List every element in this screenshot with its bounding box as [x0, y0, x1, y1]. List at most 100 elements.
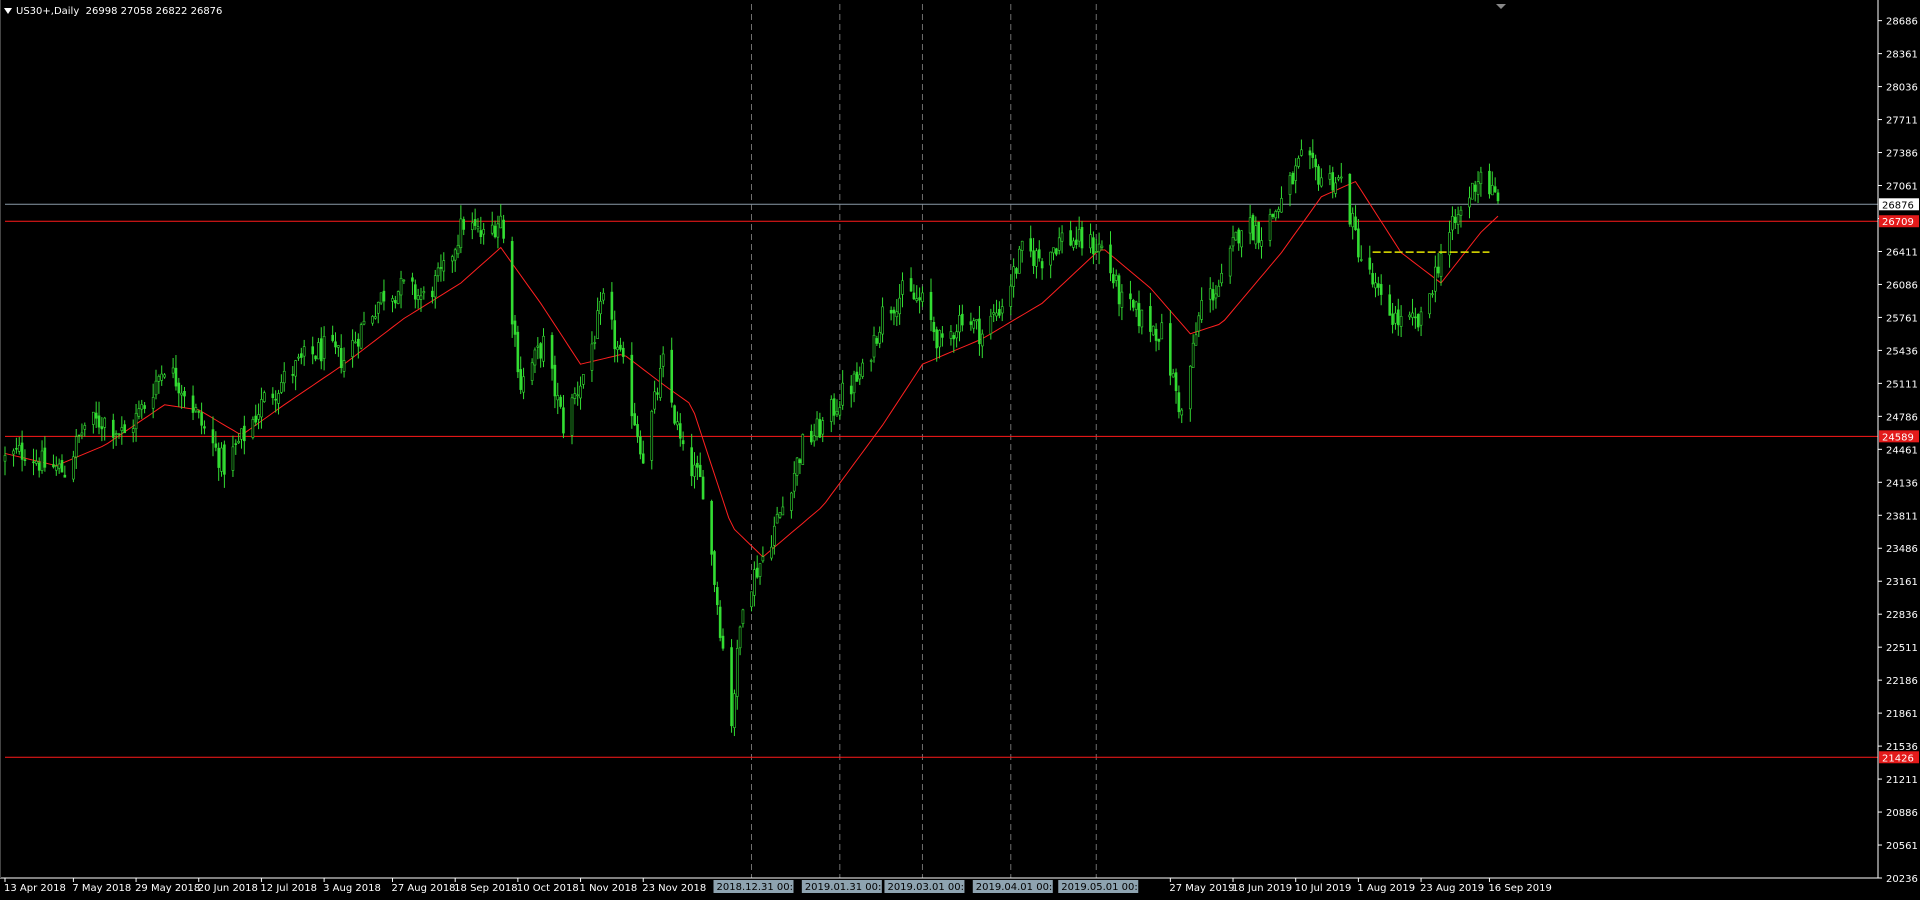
ohlc-readout: 26998 27058 26822 26876	[85, 6, 223, 17]
candle-body	[1339, 176, 1343, 179]
candle	[1055, 247, 1058, 257]
candle	[57, 458, 61, 474]
candle	[1240, 230, 1243, 258]
candle	[1228, 245, 1232, 284]
candle	[781, 496, 785, 516]
candle-body	[1160, 322, 1164, 340]
candle-body	[451, 256, 454, 262]
candle	[533, 347, 537, 374]
candle-body	[861, 362, 864, 377]
candle	[194, 403, 198, 414]
candle-body	[237, 441, 240, 444]
candle-body	[17, 444, 21, 452]
candle-body	[143, 405, 146, 409]
candle-body	[1300, 149, 1303, 156]
chart-plot[interactable]: 2868628361280362771127386270612673626411…	[0, 0, 1920, 900]
candle-body	[120, 427, 124, 431]
candle-body	[610, 291, 614, 320]
candle-body	[949, 331, 953, 339]
candle	[1374, 272, 1377, 298]
candle	[234, 439, 238, 455]
candle	[297, 353, 300, 361]
separator-date-label: 2019.05.01 00:00	[1061, 882, 1150, 893]
candle	[1416, 313, 1420, 332]
candle	[639, 430, 642, 460]
candle-body	[542, 335, 545, 362]
time-tick-label: 20 Jun 2018	[198, 883, 258, 894]
candle-body	[1000, 306, 1004, 314]
candle	[183, 386, 186, 408]
candle-body	[929, 291, 933, 321]
candle	[1294, 158, 1298, 194]
candle	[74, 428, 78, 470]
candle-body	[291, 374, 295, 376]
candle	[1248, 205, 1252, 245]
candle-body	[1208, 288, 1212, 300]
candle	[1334, 176, 1337, 198]
candle	[678, 413, 682, 447]
chart-shift-marker-icon[interactable]	[1496, 4, 1506, 9]
candle-body	[160, 373, 164, 381]
separator-date-label: 2019.04.01 00:00	[976, 882, 1065, 893]
candle-body	[374, 316, 377, 319]
candle-body	[231, 446, 235, 471]
candle	[35, 449, 38, 466]
candle	[633, 402, 636, 426]
candle-body	[1092, 237, 1095, 255]
candle-body	[550, 335, 554, 369]
candle	[975, 319, 978, 330]
candle-body	[1328, 173, 1332, 180]
candle	[171, 357, 175, 379]
candle-body	[493, 225, 497, 238]
candle-body	[596, 310, 599, 339]
candle-body	[3, 455, 7, 462]
candle	[1072, 237, 1075, 251]
candle	[698, 452, 702, 478]
candle-body	[972, 320, 976, 329]
candle	[111, 413, 115, 449]
candle	[339, 334, 343, 374]
candle-body	[892, 309, 896, 314]
candle-body	[750, 591, 753, 608]
candle-body	[570, 397, 574, 436]
candle-body	[650, 410, 654, 461]
candle-body	[1354, 216, 1357, 231]
candle-body	[1399, 316, 1403, 327]
candle-body	[431, 290, 434, 298]
chart-window[interactable]: 2868628361280362771127386270612673626411…	[0, 0, 1920, 900]
candle-body	[319, 338, 323, 362]
candle-body	[616, 346, 619, 350]
chart-menu-triangle-icon[interactable]	[4, 8, 12, 14]
candle-body	[1120, 291, 1124, 308]
candle	[596, 297, 599, 339]
candle	[243, 415, 246, 455]
candle-body	[453, 249, 457, 261]
candle	[733, 689, 736, 737]
candle-body	[898, 297, 901, 315]
candle	[855, 362, 859, 382]
candle-body	[713, 551, 716, 585]
candle-body	[698, 464, 702, 478]
candle	[1040, 258, 1044, 280]
candle	[456, 234, 460, 259]
price-tick-label: 26086	[1886, 280, 1918, 291]
candle	[83, 422, 87, 437]
candle-body	[915, 298, 919, 301]
candle	[72, 450, 75, 483]
candle-body	[220, 447, 223, 472]
candle	[849, 375, 853, 408]
candle-body	[770, 546, 773, 559]
candle-body	[1217, 285, 1221, 297]
candle	[97, 401, 101, 435]
candle	[972, 317, 976, 334]
candle-body	[402, 279, 406, 282]
candle-body	[191, 395, 195, 413]
candle	[716, 581, 719, 615]
candle-body	[123, 424, 126, 434]
candle	[838, 401, 842, 420]
candle	[334, 332, 337, 355]
candle-body	[1231, 237, 1235, 247]
candle-body	[921, 292, 924, 302]
candle	[260, 387, 263, 429]
candle	[1479, 166, 1483, 197]
